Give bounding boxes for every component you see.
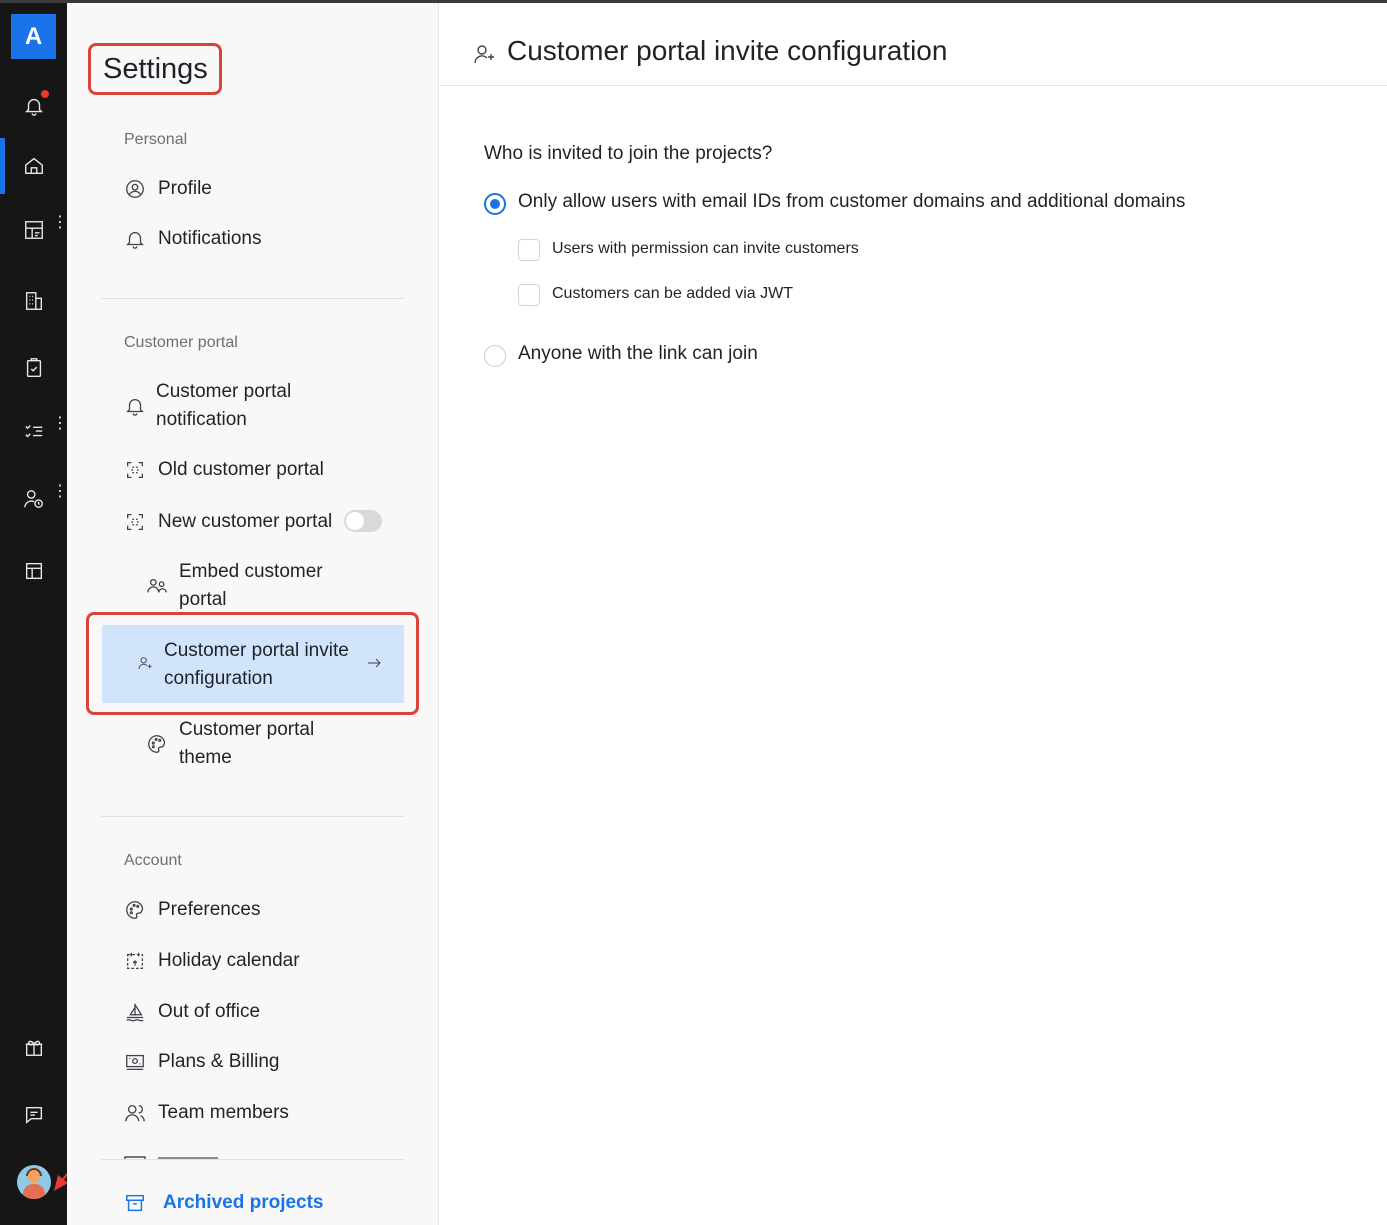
checkbox-permission-label: Users with permission can invite custome…	[552, 240, 859, 257]
bell-icon	[126, 399, 144, 416]
nav-customer-portal-theme[interactable]: Customer portal theme	[146, 716, 346, 772]
palette-icon	[148, 735, 166, 753]
nav-out-of-office[interactable]: Out of office	[124, 998, 260, 1026]
home-icon[interactable]	[20, 152, 48, 180]
archive-icon	[126, 1194, 144, 1212]
dashboard-icon[interactable]	[20, 216, 48, 244]
page-header: Customer portal invite configuration	[439, 3, 1387, 86]
nav-label: Profile	[158, 178, 212, 199]
palette-icon	[126, 901, 144, 919]
nav-notifications[interactable]: Notifications	[124, 225, 262, 253]
notification-badge	[40, 89, 50, 99]
layout-icon[interactable]	[20, 557, 48, 585]
option-link-label: Anyone with the link can join	[518, 343, 758, 364]
user-plus-icon	[474, 45, 494, 64]
gift-icon[interactable]	[20, 1033, 48, 1061]
nav-label: New customer portal	[158, 511, 333, 532]
nav-label: Customer portal notification	[156, 381, 292, 430]
archived-projects-label: Archived projects	[163, 1192, 324, 1213]
option-domains-label: Only allow users with email IDs from cus…	[518, 191, 1186, 212]
scan-icon	[127, 462, 143, 478]
nav-holiday-calendar[interactable]: Holiday calendar	[124, 947, 300, 975]
section-label-customer-portal: Customer portal	[124, 334, 238, 351]
nav-label: Out of office	[158, 1001, 261, 1022]
nav-label: Notifications	[158, 228, 262, 249]
billing-icon	[126, 1054, 144, 1070]
dashboard-more-icon[interactable]: ⋮	[52, 215, 68, 240]
nav-old-customer-portal[interactable]: Old customer portal	[124, 456, 324, 484]
user-more-icon[interactable]: ⋮	[52, 484, 68, 509]
scan-icon	[127, 514, 143, 530]
nav-embed-customer-portal[interactable]: Embed customer portal	[146, 558, 346, 614]
users-icon	[125, 1105, 145, 1122]
page-title: Customer portal invite configuration	[507, 35, 948, 66]
section-label-account: Account	[124, 852, 182, 869]
checklist-more-icon[interactable]: ⋮	[52, 416, 68, 441]
section-label-personal: Personal	[124, 131, 188, 148]
nav-label: Customer portal theme	[179, 719, 315, 768]
settings-title: Settings	[88, 43, 222, 95]
invite-question: Who is invited to join the projects?	[484, 143, 773, 164]
divider	[101, 816, 405, 817]
divider	[101, 298, 405, 299]
archived-projects-link[interactable]: Archived projects	[124, 1192, 324, 1214]
nav-plans-billing[interactable]: Plans & Billing	[124, 1048, 279, 1076]
checklist-icon[interactable]	[20, 417, 48, 445]
building-icon[interactable]	[20, 287, 48, 315]
checkbox-permission-invite[interactable]	[518, 239, 540, 261]
sailboat-icon	[126, 1003, 144, 1022]
nav-label: Team members	[158, 1102, 289, 1123]
checkbox-jwt-label: Customers can be added via JWT	[552, 285, 793, 302]
clipboard-check-icon[interactable]	[20, 354, 48, 382]
nav-label: Preferences	[158, 899, 261, 920]
chat-icon[interactable]	[20, 1101, 48, 1129]
nav-new-customer-portal[interactable]: New customer portal	[124, 508, 332, 536]
bell-icon	[126, 232, 144, 249]
users-icon	[147, 578, 167, 593]
nav-label: Old customer portal	[158, 459, 324, 480]
nav-customer-portal-notification[interactable]: Customer portal notification	[124, 378, 324, 434]
avatar[interactable]	[17, 1165, 51, 1199]
divider	[101, 1159, 405, 1160]
nav-preferences[interactable]: Preferences	[124, 896, 260, 924]
nav-label: Embed customer portal	[179, 561, 323, 610]
nav-label: Plans & Billing	[158, 1051, 280, 1072]
nav-label: Holiday calendar	[158, 950, 300, 971]
user-circle-icon	[126, 180, 144, 198]
nav-team-members[interactable]: Team members	[124, 1099, 289, 1127]
radio-link[interactable]	[484, 345, 506, 367]
radio-domains[interactable]	[484, 193, 506, 215]
new-customer-portal-toggle[interactable]	[344, 510, 382, 532]
calendar-icon	[127, 952, 143, 969]
user-clock-icon[interactable]	[20, 485, 48, 513]
checkbox-jwt[interactable]	[518, 284, 540, 306]
rail-active-indicator	[0, 138, 5, 194]
nav-profile[interactable]: Profile	[124, 175, 212, 203]
app-logo[interactable]: A	[11, 14, 56, 59]
highlight-box	[86, 612, 419, 715]
toggle-knob	[346, 512, 364, 530]
